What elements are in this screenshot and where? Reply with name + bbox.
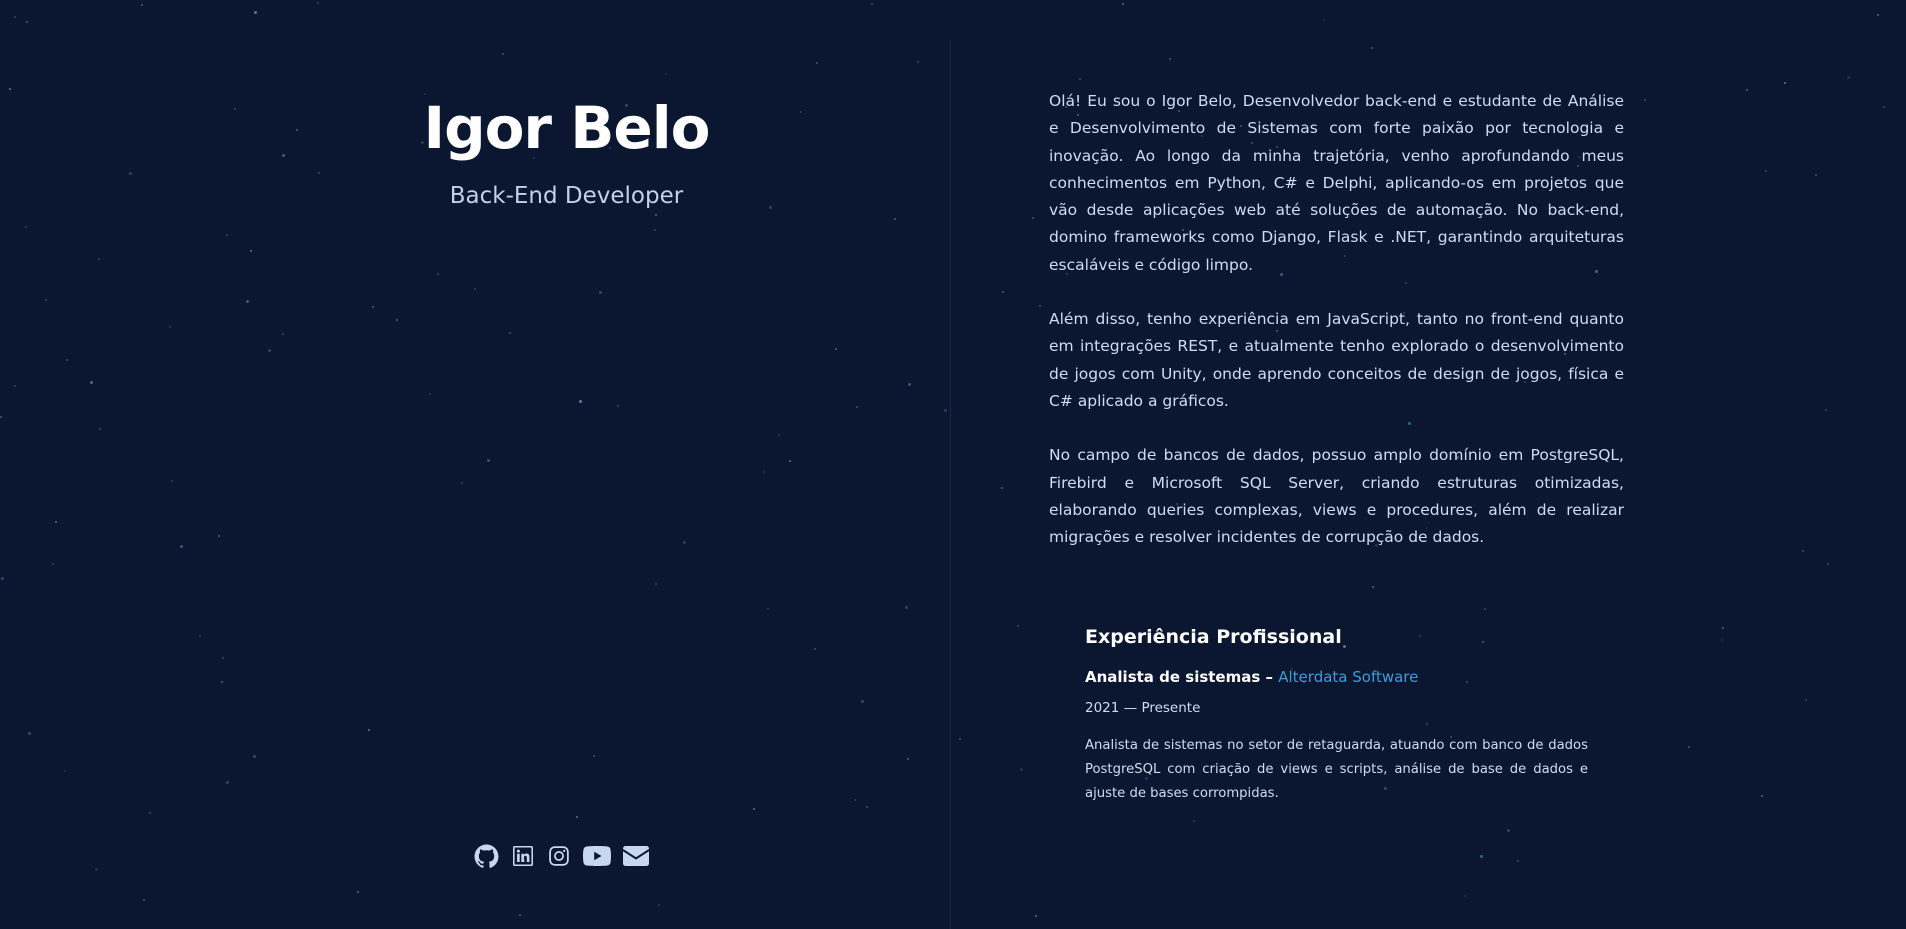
star-dot xyxy=(1039,305,1041,307)
about-paragraph: Olá! Eu sou o Igor Belo, Desenvolvedor b… xyxy=(1049,92,1624,274)
star-dot xyxy=(1815,174,1817,176)
star-dot xyxy=(1722,627,1724,629)
job-description: Analista de sistemas no setor de retagua… xyxy=(1085,738,1588,801)
column-divider xyxy=(950,40,951,929)
linkedin-icon xyxy=(513,846,533,866)
instagram-icon xyxy=(549,846,569,866)
star-dot xyxy=(1032,217,1034,219)
social-links xyxy=(474,843,649,869)
star-dot xyxy=(1827,563,1829,565)
about-section: Olá! Eu sou o Igor Belo, Desenvolvedor b… xyxy=(1049,88,1624,578)
job-position: Analista de sistemas – xyxy=(1085,668,1274,686)
star-dot xyxy=(1877,14,1879,16)
star-dot xyxy=(1372,586,1374,588)
github-link[interactable] xyxy=(474,843,499,869)
star-dot xyxy=(1484,608,1486,610)
email-link[interactable] xyxy=(623,843,649,869)
star-dot xyxy=(1688,746,1690,748)
star-dot xyxy=(1017,625,1019,627)
star-dot xyxy=(1507,829,1510,832)
star-dot xyxy=(1805,699,1807,701)
star-dot xyxy=(1079,78,1081,80)
star-dot xyxy=(959,738,961,740)
star-dot xyxy=(1721,639,1723,641)
youtube-link[interactable] xyxy=(583,843,611,869)
experience-title: Experiência Profissional xyxy=(1085,626,1342,648)
job-heading: Analista de sistemas – Alterdata Softwar… xyxy=(1085,666,1588,688)
about-paragraph: Além disso, tenho experiência em JavaScr… xyxy=(1049,310,1624,410)
star-dot xyxy=(1464,895,1466,897)
star-dot xyxy=(1765,170,1767,172)
star-dot xyxy=(1002,291,1004,293)
star-dot xyxy=(1761,795,1763,797)
star-dot xyxy=(1122,3,1124,5)
star-dot xyxy=(1371,47,1373,49)
star-dot xyxy=(1035,915,1037,917)
star-dot xyxy=(1323,19,1325,21)
star-dot xyxy=(1020,768,1023,771)
star-dot xyxy=(1001,487,1003,489)
star-dot xyxy=(1480,855,1483,858)
star-dot xyxy=(1883,106,1885,108)
job-dates: 2021 — Presente xyxy=(1085,700,1201,716)
star-dot xyxy=(1517,860,1519,862)
linkedin-link[interactable] xyxy=(511,843,535,869)
github-icon xyxy=(474,844,499,868)
youtube-icon xyxy=(583,846,611,866)
star-dot xyxy=(1802,550,1804,552)
profile-name: Igor Belo xyxy=(423,94,710,162)
company-link[interactable]: Alterdata Software xyxy=(1278,668,1418,686)
star-dot xyxy=(1193,820,1195,822)
experience-section: Experiência Profissional Analista de sis… xyxy=(1085,622,1588,806)
star-dot xyxy=(1784,82,1786,84)
profile-role: Back-End Developer xyxy=(449,183,684,209)
star-dot xyxy=(1644,99,1646,101)
star-dot xyxy=(1847,76,1850,79)
about-paragraph: No campo de bancos de dados, possuo ampl… xyxy=(1049,446,1624,547)
instagram-link[interactable] xyxy=(547,843,571,869)
job-entry: Analista de sistemas – Alterdata Softwar… xyxy=(1085,666,1588,806)
star-dot xyxy=(1825,409,1827,411)
envelope-icon xyxy=(623,846,649,866)
profile-panel: Igor Belo Back-End Developer xyxy=(0,0,950,929)
star-dot xyxy=(1746,89,1748,91)
star-dot xyxy=(1169,58,1171,60)
